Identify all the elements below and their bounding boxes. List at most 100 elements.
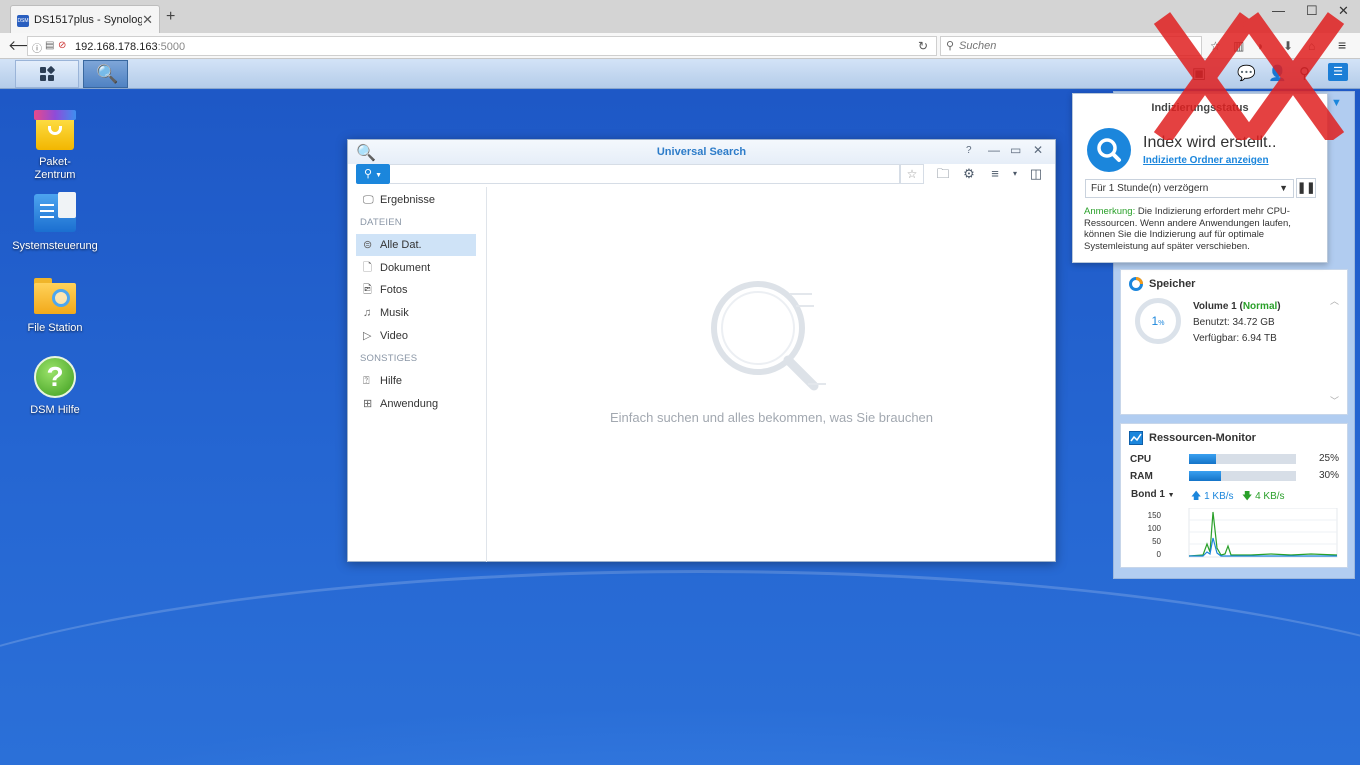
sidebar-item-label: Dokument xyxy=(380,262,431,274)
window-close-icon[interactable]: ✕ xyxy=(1033,143,1043,157)
ram-usage-bar xyxy=(1189,471,1296,481)
search-toolbar: ⚲ ▼ ☆ 🗀 ⚙ ≡ ▾ ◫ xyxy=(356,164,1048,185)
sidebar-item-label: Hilfe xyxy=(380,375,403,387)
preview-pane-icon[interactable]: ◫ xyxy=(1024,164,1048,184)
network-traffic-graph: 150 100 50 0 xyxy=(1148,508,1338,559)
save-search-star-icon[interactable]: ☆ xyxy=(900,164,924,184)
sidebar-item-applications[interactable]: ⊞ Anwendung xyxy=(356,393,476,415)
search-input[interactable] xyxy=(390,165,899,183)
desktop-icon-label: Paket- Zentrum xyxy=(34,156,76,181)
cpu-percent: 25% xyxy=(1319,453,1340,464)
sidebar-item-music[interactable]: ♫ Musik xyxy=(356,302,476,324)
window-maximize-icon[interactable]: ▭ xyxy=(1010,143,1021,157)
desktop-icon-dsm-help[interactable]: ? DSM Hilfe xyxy=(5,354,105,417)
dsm-favicon-icon: DSM xyxy=(17,15,29,27)
sidebar-item-video[interactable]: ▷ Video xyxy=(356,325,476,347)
download-arrow-icon: 🡇 xyxy=(1242,491,1253,502)
network-interface-dropdown[interactable]: Bond 1 ▼ xyxy=(1131,489,1175,500)
info-icon[interactable]: ⓘ xyxy=(32,40,42,55)
empty-state-message: Einfach suchen und alles bekommen, was S… xyxy=(609,410,934,425)
applications-grid-icon: ⊞ xyxy=(363,398,373,410)
desktop-icon-file-station[interactable]: File Station xyxy=(5,272,105,335)
insecure-lock-icon: ⊘ xyxy=(58,40,67,51)
delay-option-label: Für 1 Stunde(n) verzögern xyxy=(1091,183,1209,194)
window-help-icon[interactable]: ? xyxy=(966,145,972,156)
search-icon: ⚲ xyxy=(946,40,955,52)
desktop-icon-label: DSM Hilfe xyxy=(30,404,80,416)
sidebar-item-label: Ergebnisse xyxy=(380,194,436,206)
resource-monitor-widget: Ressourcen-Monitor CPU 25% RAM 30% Bond … xyxy=(1120,423,1348,568)
chevron-down-icon: ▼ xyxy=(1279,183,1288,193)
desktop-icon-label: File Station xyxy=(27,322,83,334)
cpu-usage-fill xyxy=(1189,454,1216,464)
url-text: 192.168.178.163:5000 xyxy=(75,41,186,53)
control-panel-icon xyxy=(32,190,78,236)
section-header-other: SONSTIGES xyxy=(360,353,418,364)
download-rate: 🡇 4 KB/s xyxy=(1242,491,1285,502)
main-menu-button[interactable] xyxy=(15,60,79,88)
shopping-bag-icon xyxy=(32,106,78,152)
video-icon: ▷ xyxy=(363,330,372,342)
cpu-usage-bar xyxy=(1189,454,1296,464)
chevron-down-icon[interactable]: ﹀ xyxy=(1330,394,1339,407)
reload-icon[interactable]: ↻ xyxy=(918,39,928,53)
sidebar-item-photos[interactable]: 🖻 Fotos xyxy=(356,279,476,301)
empty-search-magnifier-icon xyxy=(711,281,826,391)
chevron-down-icon: ▼ xyxy=(1167,492,1175,499)
widget-title: Speicher xyxy=(1149,278,1196,290)
monitor-icon: 🖵 xyxy=(363,194,374,206)
tab-title: DS1517plus - Synology Disk xyxy=(34,14,142,26)
search-sidebar: 🖵 Ergebnisse DATEIEN ⊜ Alle Dat. 🗋 Dokument… xyxy=(348,187,487,562)
window-title-bar[interactable]: 🔍 Universal Search ? — ▭ ✕ xyxy=(348,140,1055,164)
graph-tick-label: 150 xyxy=(1148,511,1162,520)
pause-icon: ❚❚ xyxy=(1297,182,1316,194)
sidebar-item-documents[interactable]: 🗋 Dokument xyxy=(356,257,476,279)
storage-widget: Speicher 1% Volume 1 (Normal) Benutzt: 3… xyxy=(1120,269,1348,415)
document-icon: 🗋 xyxy=(363,262,372,274)
chevron-down-icon: ▼ xyxy=(375,172,383,179)
sidebar-item-all-files[interactable]: ⊜ Alle Dat. xyxy=(356,234,476,256)
sidebar-item-label: Alle Dat. xyxy=(380,239,422,251)
upload-arrow-icon: 🡅 xyxy=(1191,491,1202,502)
resource-monitor-icon xyxy=(1129,431,1143,445)
volume-free: Verfügbar: 6.94 TB xyxy=(1193,333,1277,344)
search-icon: ⚲ xyxy=(364,168,373,180)
window-title: Universal Search xyxy=(656,146,747,158)
section-header-files: DATEIEN xyxy=(360,217,402,228)
universal-search-window: 🔍 Universal Search ? — ▭ ✕ ⚲ ▼ ☆ 🗀 ⚙ ≡ ▾… xyxy=(347,139,1056,562)
desktop-icon-control-panel[interactable]: Systemsteuerung xyxy=(5,190,105,253)
address-bar[interactable]: ⓘ ▤ ⊘ 192.168.178.163:5000 ↻ xyxy=(27,36,937,56)
sidebar-item-label: Fotos xyxy=(380,284,408,296)
sidebar-item-results[interactable]: 🖵 Ergebnisse xyxy=(356,189,476,211)
help-question-icon: ? xyxy=(32,354,78,400)
storage-percent: 1% xyxy=(1151,314,1165,328)
network-interface-label: Bond 1 xyxy=(1131,489,1165,500)
chevron-up-icon[interactable]: ︿ xyxy=(1330,294,1339,307)
browser-tab[interactable]: DSM DS1517plus - Synology Disk ✕ xyxy=(10,5,160,33)
ram-percent: 30% xyxy=(1319,470,1340,481)
settings-gear-icon[interactable]: ⚙ xyxy=(957,164,981,184)
indexing-note: Anmerkung: Die Indizierung erfordert meh… xyxy=(1084,206,1291,252)
graph-tick-label: 50 xyxy=(1152,537,1161,546)
pause-indexing-button[interactable]: ❚❚ xyxy=(1296,178,1316,198)
new-tab-icon[interactable]: + xyxy=(166,9,175,25)
xx-watermark-logo xyxy=(1153,12,1345,140)
search-type-button[interactable]: ⚲ ▼ xyxy=(356,164,390,184)
sidebar-item-help[interactable]: ⍰ Hilfe xyxy=(356,370,476,392)
taskbar-universal-search[interactable]: 🔍 xyxy=(83,60,128,88)
desktop-icon-package-center[interactable]: Paket- Zentrum xyxy=(5,106,105,182)
add-folder-icon[interactable]: 🗀 xyxy=(931,164,955,184)
tab-close-icon[interactable]: ✕ xyxy=(142,12,153,28)
desktop-icon-label: Systemsteuerung xyxy=(12,240,98,252)
search-field[interactable] xyxy=(390,164,900,184)
window-minimize-icon[interactable]: — xyxy=(988,143,1000,157)
photo-icon: 🖻 xyxy=(363,284,372,296)
volume-used: Benutzt: 34.72 GB xyxy=(1193,317,1275,328)
search-indexing-icon xyxy=(1087,128,1131,172)
delay-indexing-select[interactable]: Für 1 Stunde(n) verzögern ▼ xyxy=(1085,179,1294,198)
graph-tick-label: 100 xyxy=(1148,524,1162,533)
graph-tick-label: 0 xyxy=(1157,550,1162,559)
all-files-icon: ⊜ xyxy=(363,239,373,251)
view-indexed-folders-link[interactable]: Indizierte Ordner anzeigen xyxy=(1143,155,1269,166)
volume-status: Volume 1 (Normal) xyxy=(1193,301,1281,312)
